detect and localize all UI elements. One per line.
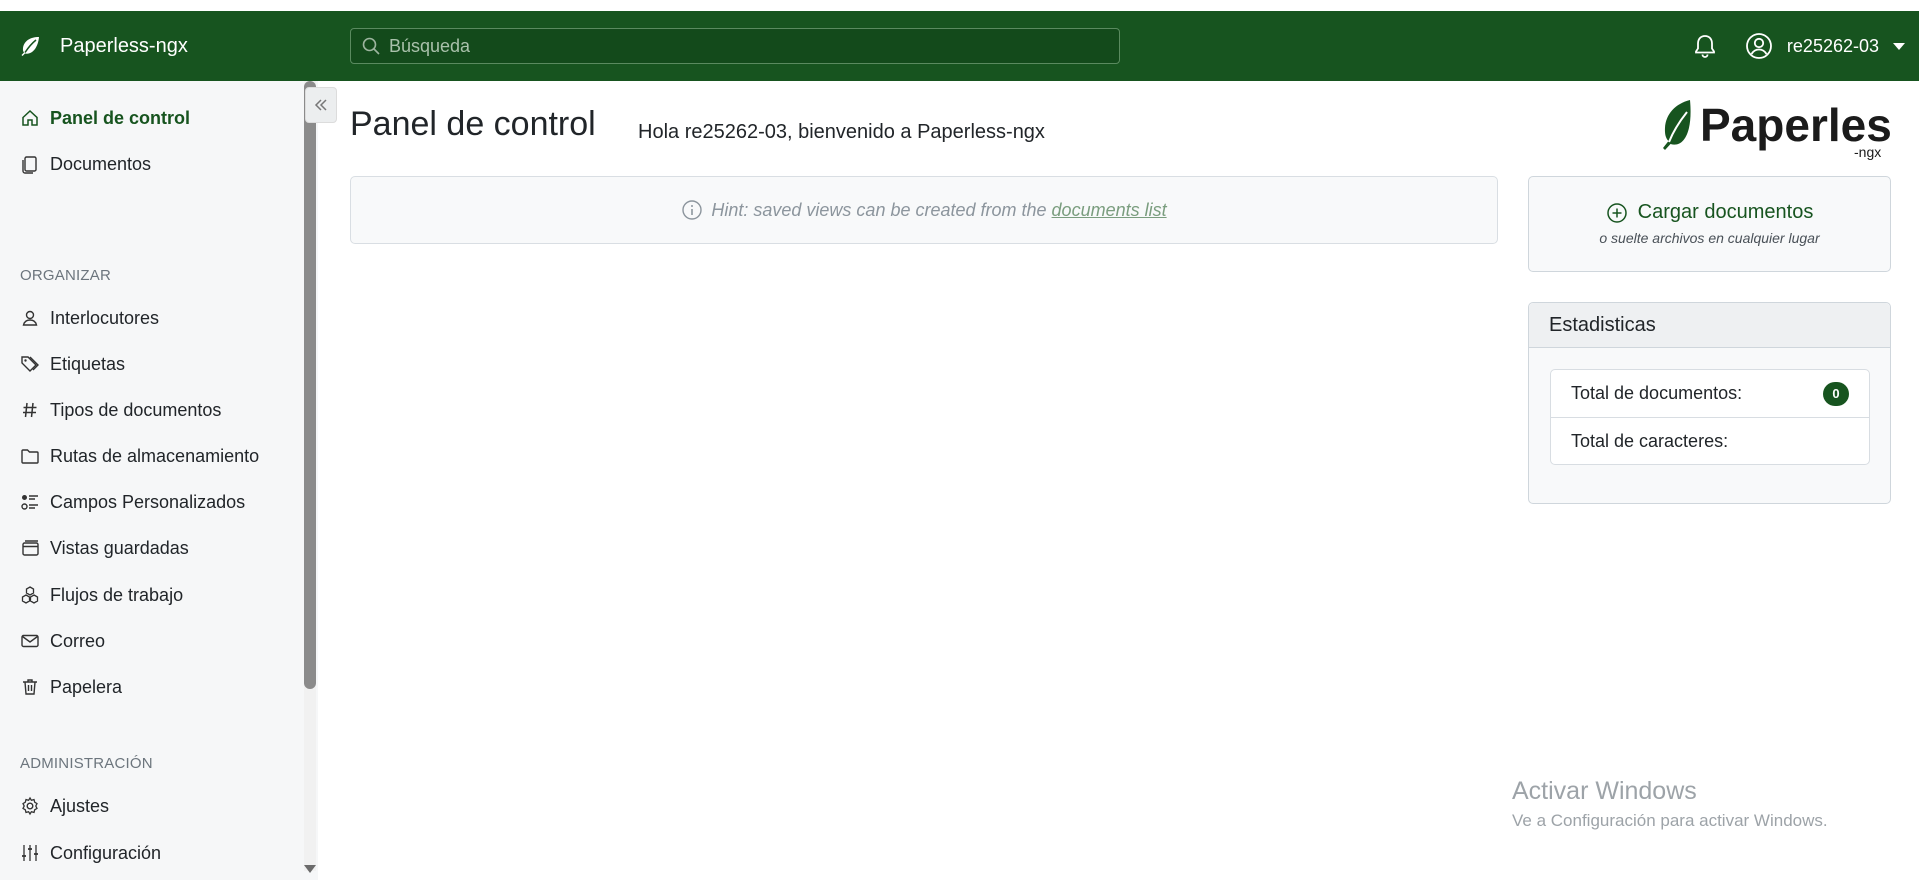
sidebar-item-documents[interactable]: Documentos <box>0 144 300 184</box>
sliders-icon <box>22 845 38 861</box>
window-top-strip <box>0 0 1919 11</box>
logo-suffix: -ngx <box>1854 144 1881 160</box>
info-circle-icon <box>682 200 703 220</box>
scroll-down-arrow-icon[interactable] <box>304 865 316 873</box>
documents-list-link[interactable]: documents list <box>1052 200 1167 221</box>
sidebar-item-label: Documentos <box>50 153 152 174</box>
house-icon <box>22 109 38 126</box>
tags-icon <box>21 356 39 372</box>
sidebar-item-label: Flujos de trabajo <box>50 584 184 605</box>
upload-hint: o suelte archivos en cualquier lugar <box>1599 230 1820 246</box>
stat-label: Total de documentos: <box>1571 383 1743 403</box>
hash-icon <box>23 402 37 418</box>
leaf-logo-icon <box>21 37 39 56</box>
sidebar-item-label: Ajustes <box>50 795 110 816</box>
caret-down-icon <box>1893 42 1905 50</box>
ui-radios-icon <box>21 495 38 510</box>
trash-icon <box>23 679 37 695</box>
person-icon <box>22 310 38 326</box>
upload-documents-dropzone[interactable]: Cargar documentos o suelte archivos en c… <box>1528 176 1891 272</box>
sidebar-item-label: Campos Personalizados <box>50 491 246 512</box>
sidebar-item-label: Papelera <box>50 676 123 697</box>
sidebar-item-workflows[interactable]: Flujos de trabajo <box>0 575 300 615</box>
sidebar-heading-organize: ORGANIZAR <box>20 267 111 284</box>
sidebar-item-trash[interactable]: Papelera <box>0 667 300 707</box>
user-name: re25262-03 <box>1786 35 1879 56</box>
sidebar-item-tags[interactable]: Etiquetas <box>0 344 300 384</box>
windows-activation-subtitle: Ve a Configuración para activar Windows. <box>1512 811 1828 830</box>
stat-label: Total de caracteres: <box>1571 430 1729 451</box>
stat-total-documents: Total de documentos: 0 <box>1551 370 1869 417</box>
sidebar-item-storage-paths[interactable]: Rutas de almacenamiento <box>0 436 300 476</box>
hint-text: Hint: saved views can be created from th… <box>711 199 1047 220</box>
brand-name: Paperless-ngx <box>60 34 188 57</box>
window-stack-icon <box>22 540 39 556</box>
stat-total-characters: Total de caracteres: <box>1551 417 1869 464</box>
sidebar-item-saved-views[interactable]: Vistas guardadas <box>0 528 300 568</box>
boxes-icon <box>21 586 39 604</box>
welcome-greeting: Hola re25262-03, bienvenido a Paperless-… <box>638 121 1045 143</box>
sidebar-item-mail[interactable]: Correo <box>0 621 300 661</box>
top-navbar: Paperless-ngx re25262-03 <box>0 11 1919 81</box>
windows-activation-title: Activar Windows <box>1512 777 1697 805</box>
envelope-icon <box>21 634 39 648</box>
sidebar-item-custom-fields[interactable]: Campos Personalizados <box>0 482 300 522</box>
user-menu-toggle[interactable]: re25262-03 <box>1745 32 1919 60</box>
bell-icon[interactable] <box>1691 32 1719 60</box>
upload-row: Cargar documentos <box>1529 201 1890 224</box>
navbar-right: re25262-03 <box>1691 11 1919 81</box>
sidebar-item-label: Vistas guardadas <box>50 537 189 558</box>
page-title: Panel de control <box>350 105 596 143</box>
sidebar-item-label: Correo <box>50 630 106 651</box>
sidebar-scrollbar-thumb[interactable] <box>304 81 316 689</box>
sidebar: Panel de control Documentos ORGANIZAR In… <box>0 81 318 880</box>
collapse-sidebar-button[interactable] <box>305 87 337 123</box>
sidebar-heading-admin: ADMINISTRACIÓN <box>20 755 153 772</box>
search-icon <box>362 37 380 55</box>
person-circle-icon <box>1746 33 1772 59</box>
sidebar-item-dashboard[interactable]: Panel de control <box>0 98 300 138</box>
statistics-title: Estadisticas <box>1529 303 1890 348</box>
folder-icon <box>21 449 39 464</box>
paperless-ngx-logo: Paperless -ngx <box>1663 99 1892 160</box>
sidebar-item-label: Etiquetas <box>50 353 126 374</box>
global-search <box>350 28 1120 64</box>
gear-icon <box>22 796 38 816</box>
total-documents-badge: 0 <box>1823 381 1849 406</box>
sidebar-item-label: Tipos de documentos <box>50 399 222 420</box>
saved-views-hint: Hint: saved views can be created from th… <box>350 176 1498 244</box>
upload-documents-button[interactable]: Cargar documentos <box>1638 201 1814 224</box>
sidebar-item-configuration[interactable]: Configuración <box>0 833 300 873</box>
chevron-double-left-icon <box>314 99 327 111</box>
sidebar-item-label: Rutas de almacenamiento <box>50 445 260 466</box>
sidebar-item-correspondents[interactable]: Interlocutores <box>0 298 300 338</box>
search-input[interactable] <box>389 35 1089 57</box>
sidebar-item-label: Panel de control <box>50 107 191 128</box>
sidebar-item-settings[interactable]: Ajustes <box>0 786 300 826</box>
statistics-list: Total de documentos: 0 Total de caracter… <box>1550 369 1870 465</box>
statistics-widget: Estadisticas Total de documentos: 0 Tota… <box>1528 302 1891 504</box>
sidebar-item-label: Interlocutores <box>50 307 160 328</box>
files-icon <box>22 156 37 174</box>
sidebar-item-label: Configuración <box>50 842 162 863</box>
sidebar-item-document-types[interactable]: Tipos de documentos <box>0 390 300 430</box>
brand-link[interactable]: Paperless-ngx <box>0 34 350 58</box>
plus-circle-icon <box>1606 202 1627 223</box>
